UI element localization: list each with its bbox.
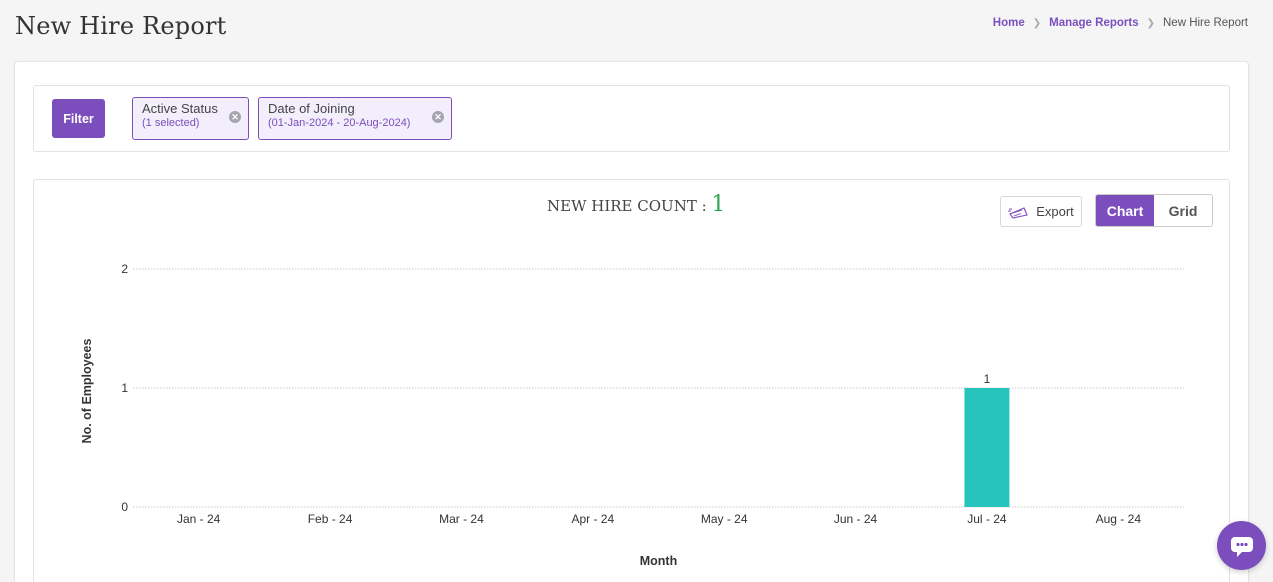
chip-subtitle: (01-Jan-2024 - 20-Aug-2024) (268, 117, 411, 129)
breadcrumb: Home ❯ Manage Reports ❯ New Hire Report (993, 17, 1248, 29)
close-circle-icon[interactable]: ✕ (229, 111, 241, 123)
chip-title: Date of Joining (268, 101, 355, 116)
breadcrumb-home[interactable]: Home (993, 17, 1025, 29)
breadcrumb-manage-reports[interactable]: Manage Reports (1049, 17, 1138, 29)
chip-title: Active Status (142, 101, 218, 116)
breadcrumb-current: New Hire Report (1163, 17, 1248, 29)
chip-subtitle: (1 selected) (142, 117, 200, 129)
filter-chip-active-status[interactable]: Active Status (1 selected) ✕ (132, 97, 249, 140)
filter-chip-date-of-joining[interactable]: Date of Joining (01-Jan-2024 - 20-Aug-20… (258, 97, 452, 140)
x-tick-label: Mar - 24 (439, 512, 484, 526)
page-title: New Hire Report (15, 12, 227, 40)
chart-panel: NEW HIRE COUNT : 1 Export Chart Grid 012… (33, 179, 1230, 582)
report-card: Filter Active Status (1 selected) ✕ Date… (14, 61, 1249, 582)
chevron-right-icon: ❯ (1146, 17, 1155, 29)
y-axis-label: No. of Employees (80, 339, 94, 444)
filter-bar: Filter Active Status (1 selected) ✕ Date… (33, 85, 1230, 152)
x-tick-label: May - 24 (701, 512, 748, 526)
y-tick-label: 0 (121, 500, 128, 514)
chevron-right-icon: ❯ (1032, 17, 1042, 29)
x-tick-label: Aug - 24 (1096, 512, 1142, 526)
x-tick-label: Jul - 24 (967, 512, 1007, 526)
bar-chart: 0 1 2 Jan - 24 Feb - 24 Mar - 24 Apr - 24 May -… (80, 262, 1184, 568)
x-tick-label: Jan - 24 (177, 512, 221, 526)
filter-button[interactable]: Filter (52, 99, 105, 138)
y-tick-label: 2 (121, 262, 128, 276)
chat-button[interactable] (1217, 521, 1266, 570)
x-tick-label: Apr - 24 (571, 512, 614, 526)
chat-icon (1230, 536, 1253, 557)
y-tick-label: 1 (121, 381, 128, 395)
close-circle-icon[interactable]: ✕ (432, 111, 444, 123)
bar (964, 388, 1010, 507)
data-label: 1 (984, 372, 991, 386)
x-tick-label: Feb - 24 (308, 512, 353, 526)
x-tick-label: Jun - 24 (834, 512, 878, 526)
x-axis-label: Month (640, 554, 677, 568)
